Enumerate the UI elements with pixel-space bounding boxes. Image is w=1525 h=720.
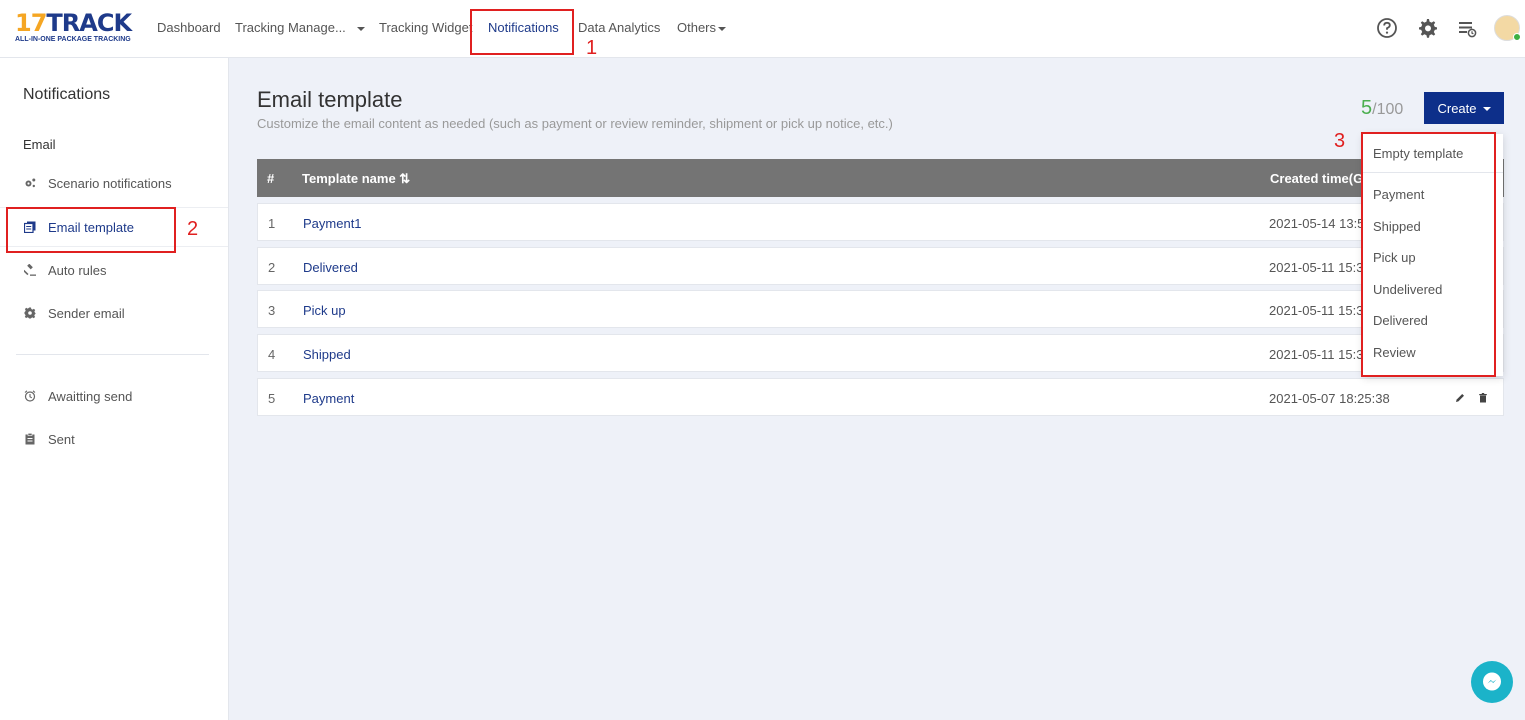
chat-button[interactable] bbox=[1471, 661, 1513, 703]
delete-icon[interactable] bbox=[1477, 392, 1489, 404]
column-header-created-time: Created time(GM bbox=[1270, 171, 1375, 186]
help-icon[interactable] bbox=[1376, 17, 1398, 39]
created-time: 2021-05-14 13:5 bbox=[1269, 216, 1365, 231]
created-time: 2021-05-11 15:3 bbox=[1269, 303, 1364, 318]
sidebar-item-awaiting-send[interactable]: Awaitting send bbox=[0, 377, 228, 417]
sidebar-section-email: Email bbox=[23, 137, 56, 152]
column-header-template-name[interactable]: Template name ⇅ bbox=[302, 171, 410, 187]
template-name-link[interactable]: Shipped bbox=[303, 347, 351, 362]
page-subtitle: Customize the email content as needed (s… bbox=[257, 116, 893, 131]
gear-icon[interactable] bbox=[1416, 17, 1438, 39]
gavel-icon bbox=[24, 264, 36, 276]
nav-tracking-management-label: Tracking Manage... bbox=[235, 20, 346, 35]
logo-number: 17 bbox=[15, 9, 47, 37]
row-index: 5 bbox=[268, 391, 276, 406]
template-count-used: 5 bbox=[1361, 97, 1373, 119]
sidebar-item-label: Awaitting send bbox=[48, 389, 133, 404]
sidebar-item-auto-rules[interactable]: Auto rules bbox=[0, 251, 228, 291]
create-button[interactable]: Create bbox=[1424, 92, 1504, 124]
top-navbar: 17TRACK ALL-IN-ONE PACKAGE TRACKING Dash… bbox=[0, 0, 1525, 58]
row-index: 4 bbox=[268, 347, 276, 362]
row-index: 2 bbox=[268, 260, 276, 275]
clipboard-icon bbox=[25, 433, 35, 445]
online-status-dot bbox=[1513, 33, 1521, 41]
created-time: 2021-05-11 15:3 bbox=[1269, 260, 1364, 275]
annotation-box-3 bbox=[1361, 132, 1496, 377]
sidebar: Notifications Email Scenario notificatio… bbox=[0, 58, 229, 720]
nav-others[interactable]: Others bbox=[677, 20, 727, 35]
sidebar-item-sent[interactable]: Sent bbox=[0, 420, 228, 460]
table-row: 4 Shipped 2021-05-11 15:3 bbox=[257, 334, 1504, 372]
sidebar-item-label: Scenario notifications bbox=[48, 176, 172, 191]
annotation-number-2: 2 bbox=[187, 218, 199, 240]
annotation-number-1: 1 bbox=[586, 37, 598, 59]
clock-icon bbox=[24, 390, 36, 402]
table-row: 2 Delivered 2021-05-11 15:3 bbox=[257, 247, 1504, 285]
brand-logo[interactable]: 17TRACK ALL-IN-ONE PACKAGE TRACKING bbox=[15, 9, 132, 43]
template-name-link[interactable]: Delivered bbox=[303, 260, 358, 275]
sidebar-item-label: Sender email bbox=[48, 306, 125, 321]
sidebar-divider bbox=[16, 354, 209, 355]
sidebar-item-label: Sent bbox=[48, 432, 75, 447]
logo-text: TRACK bbox=[46, 9, 132, 37]
table-header: # Template name ⇅ Created time(GM bbox=[257, 159, 1504, 197]
table-row: 5 Payment 2021-05-07 18:25:38 bbox=[257, 378, 1504, 416]
logo-tagline: ALL-IN-ONE PACKAGE TRACKING bbox=[15, 36, 131, 43]
table-row: 3 Pick up 2021-05-11 15:3 bbox=[257, 290, 1504, 328]
nav-dashboard[interactable]: Dashboard bbox=[157, 20, 221, 35]
template-name-link[interactable]: Payment bbox=[303, 391, 354, 406]
chevron-down-icon bbox=[718, 26, 727, 31]
annotation-box-2 bbox=[6, 207, 176, 253]
created-time: 2021-05-07 18:25:38 bbox=[1269, 391, 1390, 406]
template-name-link[interactable]: Pick up bbox=[303, 303, 346, 318]
annotation-number-3: 3 bbox=[1334, 130, 1346, 152]
sidebar-item-scenario-notifications[interactable]: Scenario notifications bbox=[0, 164, 228, 204]
annotation-box-1 bbox=[470, 9, 574, 55]
chevron-down-icon bbox=[356, 26, 365, 31]
avatar[interactable] bbox=[1494, 15, 1521, 41]
nav-tracking-widget[interactable]: Tracking Widget bbox=[379, 20, 472, 35]
create-button-label: Create bbox=[1437, 100, 1477, 116]
gear-icon bbox=[24, 307, 36, 319]
row-index: 1 bbox=[268, 216, 276, 231]
column-header-index: # bbox=[267, 171, 275, 186]
template-name-link[interactable]: Payment1 bbox=[303, 216, 362, 231]
page-title: Email template bbox=[257, 87, 403, 112]
sidebar-title: Notifications bbox=[23, 86, 111, 103]
sidebar-item-label: Auto rules bbox=[48, 263, 107, 278]
sidebar-item-sender-email[interactable]: Sender email bbox=[0, 294, 228, 334]
messenger-icon bbox=[1483, 672, 1501, 691]
row-index: 3 bbox=[268, 303, 276, 318]
scenario-icon bbox=[25, 178, 36, 188]
chevron-down-icon bbox=[1482, 107, 1491, 112]
nav-data-analytics[interactable]: Data Analytics bbox=[578, 20, 660, 35]
nav-tracking-management[interactable]: Tracking Manage... bbox=[235, 20, 365, 35]
created-time: 2021-05-11 15:3 bbox=[1269, 347, 1364, 362]
table-row: 1 Payment1 2021-05-14 13:5 bbox=[257, 203, 1504, 241]
edit-icon[interactable] bbox=[1454, 392, 1466, 404]
template-count-total: /100 bbox=[1372, 101, 1404, 118]
nav-others-label: Others bbox=[677, 20, 717, 35]
task-list-icon[interactable] bbox=[1456, 17, 1478, 39]
template-count: 5/100 bbox=[1361, 97, 1403, 120]
